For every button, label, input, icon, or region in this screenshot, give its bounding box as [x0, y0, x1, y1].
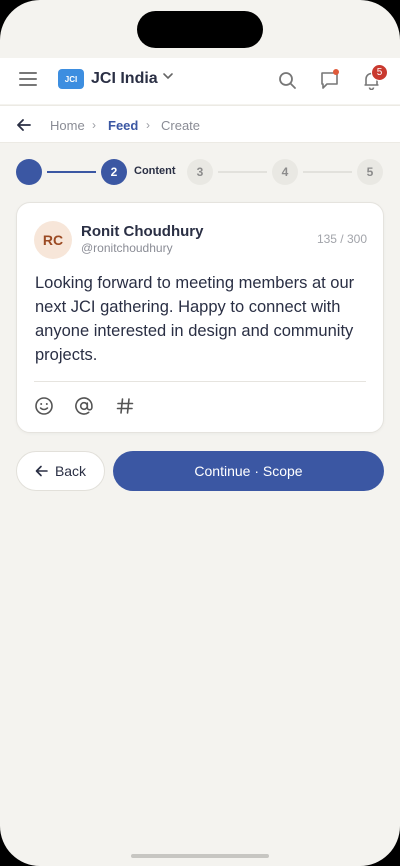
search-icon[interactable] — [278, 71, 297, 90]
step-3: 3 — [187, 159, 213, 185]
emoji-icon[interactable] — [34, 396, 54, 416]
home-indicator[interactable] — [131, 854, 269, 858]
phone-screen: JCI JCI India 5 Home › Feed › Create 2 C… — [0, 0, 400, 866]
org-name[interactable]: JCI India — [91, 70, 158, 88]
back-button[interactable]: Back — [16, 451, 105, 491]
arrow-left-icon — [35, 465, 48, 477]
avatar: RC — [34, 221, 72, 259]
notification-badge: 5 — [371, 64, 388, 81]
hamburger-menu-icon[interactable] — [19, 72, 37, 88]
step-4: 4 — [272, 159, 298, 185]
step-connector — [218, 171, 267, 173]
breadcrumb-feed[interactable]: Feed — [108, 118, 138, 133]
unread-dot — [333, 69, 339, 75]
step-connector — [47, 171, 96, 173]
step-2-current: 2 — [101, 159, 127, 185]
step-connector — [303, 171, 352, 173]
back-button-label: Back — [54, 463, 87, 479]
step-5: 5 — [357, 159, 383, 185]
post-composer-card: RC Ronit Choudhury @ronitchoudhury 135 /… — [16, 202, 384, 433]
author-name: Ronit Choudhury — [81, 223, 204, 240]
character-count: 135 / 300 — [316, 232, 367, 246]
org-logo: JCI — [58, 69, 84, 89]
continue-button-label: Continue · Scope — [194, 463, 303, 479]
chevron-right-icon: › — [146, 118, 150, 132]
arrow-left-icon[interactable] — [16, 117, 32, 133]
app-header: JCI JCI India 5 — [0, 58, 400, 104]
chevron-right-icon: › — [92, 118, 96, 132]
breadcrumb-home[interactable]: Home — [50, 118, 85, 133]
breadcrumb: Home › Feed › Create — [0, 105, 400, 143]
current-step-label: Content — [134, 165, 176, 177]
post-text-input[interactable]: Looking forward to meeting members at ou… — [35, 271, 365, 367]
divider — [34, 381, 366, 382]
step-progress: 2 Content 3 4 5 — [0, 157, 400, 187]
author-handle: @ronitchoudhury — [81, 241, 173, 255]
mention-icon[interactable] — [74, 396, 94, 416]
continue-button[interactable]: Continue · Scope — [113, 451, 384, 491]
chevron-down-icon[interactable] — [162, 70, 174, 82]
step-1-complete[interactable] — [16, 159, 42, 185]
camera-notch — [137, 11, 263, 48]
breadcrumb-create: Create — [161, 118, 201, 133]
hashtag-icon[interactable] — [115, 396, 135, 416]
